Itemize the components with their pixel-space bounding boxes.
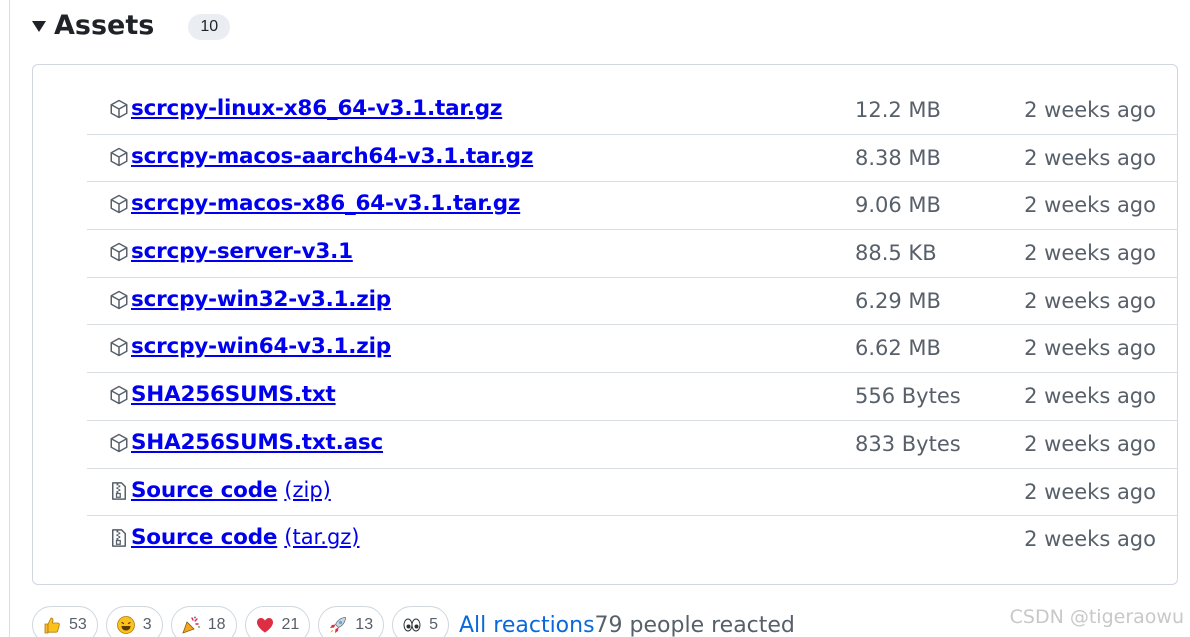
asset-download-link[interactable]: scrcpy-linux-x86_64-v3.1.tar.gz <box>131 96 502 121</box>
heart-icon <box>254 614 276 636</box>
assets-header[interactable]: Assets 10 <box>32 8 231 42</box>
file-zip-icon <box>109 528 131 550</box>
asset-name-wrap: scrcpy-macos-aarch64-v3.1.tar.gz <box>131 144 533 169</box>
asset-date: 2 weeks ago <box>1024 288 1156 313</box>
asset-download-link[interactable]: Source code <box>131 525 277 550</box>
asset-format-link[interactable]: (zip) <box>284 478 331 502</box>
rocket-icon <box>327 614 349 636</box>
asset-date: 2 weeks ago <box>1024 384 1156 409</box>
reaction-button[interactable]: 21 <box>244 606 311 637</box>
assets-count-badge: 10 <box>188 14 231 40</box>
asset-size: 8.38 MB <box>855 145 941 170</box>
asset-row: SHA256SUMS.txt 556 Bytes 2 weeks ago <box>87 373 1178 421</box>
asset-date: 2 weeks ago <box>1024 431 1156 456</box>
thumbs-up-icon <box>41 614 63 636</box>
watermark: CSDN @tigeraowu <box>1009 606 1184 628</box>
package-icon <box>109 433 131 455</box>
asset-download-link[interactable]: SHA256SUMS.txt <box>131 382 336 407</box>
asset-date: 2 weeks ago <box>1024 479 1156 504</box>
asset-size: 9.06 MB <box>855 193 941 218</box>
asset-size: 88.5 KB <box>855 241 937 266</box>
asset-name-wrap: SHA256SUMS.txt.asc <box>131 430 383 455</box>
asset-size: 556 Bytes <box>855 384 961 409</box>
reaction-count: 18 <box>207 616 226 633</box>
people-reacted-text: 79 people reacted <box>594 612 795 637</box>
asset-name-wrap: scrcpy-server-v3.1 <box>131 239 353 264</box>
asset-date: 2 weeks ago <box>1024 241 1156 266</box>
asset-row: SHA256SUMS.txt.asc 833 Bytes 2 weeks ago <box>87 421 1178 469</box>
asset-size: 6.29 MB <box>855 288 941 313</box>
asset-row: scrcpy-win64-v3.1.zip 6.62 MB 2 weeks ago <box>87 325 1178 374</box>
asset-name-wrap: scrcpy-macos-x86_64-v3.1.tar.gz <box>131 191 520 216</box>
reaction-button[interactable]: 13 <box>318 606 385 637</box>
reaction-button[interactable]: 18 <box>170 606 237 637</box>
assets-title: Assets <box>54 9 155 41</box>
package-icon <box>109 385 131 407</box>
asset-download-link[interactable]: scrcpy-server-v3.1 <box>131 239 353 264</box>
caret-down-icon[interactable] <box>32 20 46 32</box>
asset-name-wrap: Source code (zip) <box>131 478 331 503</box>
asset-name-wrap: scrcpy-linux-x86_64-v3.1.tar.gz <box>131 96 502 121</box>
reaction-button[interactable]: 53 <box>32 606 98 637</box>
asset-row: Source code (tar.gz) 2 weeks ago <box>87 516 1178 564</box>
all-reactions-link[interactable]: All reactions <box>459 613 595 637</box>
reaction-count: 5 <box>429 616 438 633</box>
asset-download-link[interactable]: scrcpy-win32-v3.1.zip <box>131 287 391 312</box>
eyes-icon <box>401 614 423 636</box>
reaction-count: 13 <box>355 616 374 633</box>
asset-date: 2 weeks ago <box>1024 145 1156 170</box>
asset-row: scrcpy-server-v3.1 88.5 KB 2 weeks ago <box>87 230 1178 278</box>
reactions-bar: 53 3 18 21 13 5 All reactions 79 people reacted <box>32 605 795 637</box>
asset-date: 2 weeks ago <box>1024 336 1156 361</box>
package-icon <box>109 99 131 121</box>
reaction-count: 3 <box>142 616 152 633</box>
asset-name-wrap: scrcpy-win64-v3.1.zip <box>131 334 391 359</box>
asset-row: scrcpy-win32-v3.1.zip 6.29 MB 2 weeks ago <box>87 278 1178 326</box>
package-icon <box>109 147 131 169</box>
party-popper-icon <box>180 614 202 636</box>
package-icon <box>109 242 131 264</box>
asset-list: scrcpy-linux-x86_64-v3.1.tar.gz 12.2 MB 2 … <box>87 87 1178 564</box>
asset-size: 833 Bytes <box>855 431 961 456</box>
asset-format-link[interactable]: (tar.gz) <box>284 525 359 549</box>
asset-size: 6.62 MB <box>855 336 941 361</box>
asset-date: 2 weeks ago <box>1024 527 1156 552</box>
file-zip-icon <box>109 481 131 503</box>
smile-icon <box>115 614 137 636</box>
package-icon <box>109 194 131 216</box>
reaction-button[interactable]: 5 <box>392 606 449 637</box>
asset-download-link[interactable]: Source code <box>131 478 277 503</box>
asset-name-wrap: Source code (tar.gz) <box>131 525 360 550</box>
reaction-count: 21 <box>281 616 300 633</box>
asset-row: scrcpy-macos-aarch64-v3.1.tar.gz 8.38 MB 2… <box>87 135 1178 183</box>
asset-name-wrap: scrcpy-win32-v3.1.zip <box>131 287 391 312</box>
reaction-count: 53 <box>69 616 87 633</box>
asset-download-link[interactable]: scrcpy-win64-v3.1.zip <box>131 334 391 359</box>
asset-date: 2 weeks ago <box>1024 98 1156 122</box>
package-icon <box>109 290 131 312</box>
assets-panel: scrcpy-linux-x86_64-v3.1.tar.gz 12.2 MB 2 … <box>32 64 1178 585</box>
asset-date: 2 weeks ago <box>1024 193 1156 218</box>
asset-row: scrcpy-linux-x86_64-v3.1.tar.gz 12.2 MB 2 … <box>87 87 1178 135</box>
reaction-button[interactable]: 3 <box>105 606 163 637</box>
left-divider <box>9 0 10 637</box>
asset-download-link[interactable]: scrcpy-macos-x86_64-v3.1.tar.gz <box>131 191 520 216</box>
asset-row: Source code (zip) 2 weeks ago <box>87 469 1178 517</box>
asset-size: 12.2 MB <box>855 98 941 122</box>
asset-name-wrap: SHA256SUMS.txt <box>131 382 336 407</box>
package-icon <box>109 337 131 359</box>
asset-download-link[interactable]: scrcpy-macos-aarch64-v3.1.tar.gz <box>131 144 533 169</box>
asset-row: scrcpy-macos-x86_64-v3.1.tar.gz 9.06 MB 2 … <box>87 182 1178 231</box>
asset-download-link[interactable]: SHA256SUMS.txt.asc <box>131 430 383 455</box>
